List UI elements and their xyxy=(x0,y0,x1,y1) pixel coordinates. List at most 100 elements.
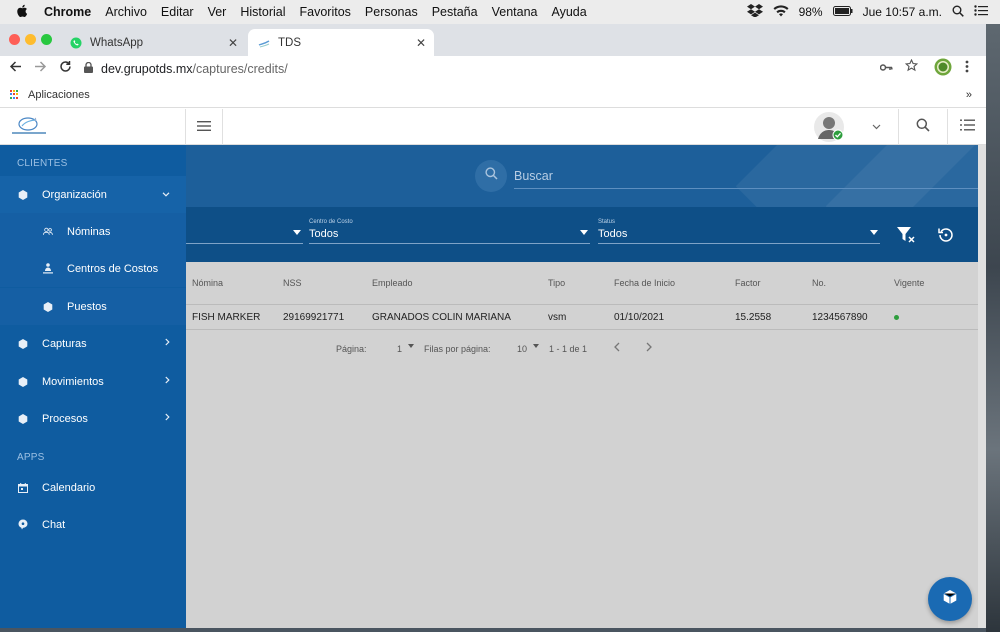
apple-icon[interactable] xyxy=(16,4,30,21)
sidebar-item-puestos[interactable]: Puestos xyxy=(0,288,186,325)
close-tab-icon[interactable]: ✕ xyxy=(416,36,426,50)
spotlight-icon[interactable] xyxy=(952,5,964,20)
search-input[interactable] xyxy=(514,163,978,189)
sidebar-item-organizacion[interactable]: Organización xyxy=(0,176,186,213)
minimize-window-button[interactable] xyxy=(25,34,36,45)
battery-percent: 98% xyxy=(798,5,823,19)
tab-label: WhatsApp xyxy=(90,36,144,49)
col-header-empleado[interactable]: Empleado xyxy=(372,262,413,304)
centro-de-costo-select[interactable]: Centro de Costo Todos xyxy=(309,218,590,244)
col-header-factor[interactable]: Factor xyxy=(735,262,761,304)
hamburger-menu-button[interactable] xyxy=(186,109,223,145)
menubar-clock[interactable]: Jue 10:57 a.m. xyxy=(863,5,942,19)
people-icon xyxy=(43,227,53,237)
lock-icon[interactable] xyxy=(84,61,93,76)
address-bar[interactable]: dev.grupotds.mx/captures/credits/ xyxy=(84,59,964,79)
col-header-nomina[interactable]: Nómina xyxy=(192,262,223,304)
menubar-ventana[interactable]: Ventana xyxy=(492,5,538,19)
cell-vigente xyxy=(894,305,899,329)
col-header-nss[interactable]: NSS xyxy=(283,262,302,304)
key-icon[interactable] xyxy=(879,60,893,75)
nomina-filter-select[interactable] xyxy=(186,218,303,244)
bookmark-aplicaciones[interactable]: Aplicaciones xyxy=(28,89,90,101)
sidebar-section-apps: APPS xyxy=(17,452,45,463)
profile-avatar-icon[interactable] xyxy=(934,58,952,79)
table-row[interactable]: FISH MARKER 29169921771 GRANADOS COLIN M… xyxy=(186,305,978,330)
cell-nomina: FISH MARKER xyxy=(192,311,261,323)
col-header-fecha[interactable]: Fecha de Inicio xyxy=(614,262,675,304)
menubar-favoritos[interactable]: Favoritos xyxy=(300,5,351,19)
page-scrollbar[interactable] xyxy=(978,145,986,628)
cell-factor: 15.2558 xyxy=(735,311,772,323)
bookmark-star-icon[interactable] xyxy=(904,58,919,75)
user-menu-chevron-down-icon[interactable] xyxy=(856,109,896,145)
status-label: Status xyxy=(598,219,616,225)
sidebar-item-nominas[interactable]: Nóminas xyxy=(0,213,186,250)
hexagon-icon xyxy=(18,189,28,200)
menubar-app-name[interactable]: Chrome xyxy=(44,5,91,19)
menubar-ayuda[interactable]: Ayuda xyxy=(551,5,586,19)
close-tab-icon[interactable]: ✕ xyxy=(228,36,238,50)
floating-action-button[interactable] xyxy=(928,577,972,621)
menubar-editar[interactable]: Editar xyxy=(161,5,194,19)
main-content: Centro de Costo Todos Status Todos xyxy=(186,145,978,628)
sidebar-item-procesos[interactable]: Procesos xyxy=(0,400,186,437)
menubar-archivo[interactable]: Archivo xyxy=(105,5,147,19)
centro-de-costo-value: Todos xyxy=(309,228,339,240)
menubar-personas[interactable]: Personas xyxy=(365,5,418,19)
filters-bar: Centro de Costo Todos Status Todos xyxy=(186,207,978,262)
tab-whatsapp[interactable]: WhatsApp ✕ xyxy=(60,29,246,56)
cell-tipo: vsm xyxy=(548,311,567,323)
reset-history-icon[interactable] xyxy=(936,227,954,248)
notification-center-icon[interactable] xyxy=(974,5,988,19)
sidebar-item-capturas[interactable]: Capturas xyxy=(0,325,186,362)
centro-de-costo-label: Centro de Costo xyxy=(309,219,353,225)
sidebar-item-centros-de-costos[interactable]: Centros de Costos xyxy=(0,250,186,287)
user-avatar[interactable] xyxy=(806,109,852,145)
col-header-vigente[interactable]: Vigente xyxy=(894,262,924,304)
dropbox-icon[interactable] xyxy=(746,4,763,20)
page-select-arrow-icon[interactable] xyxy=(408,344,414,348)
hamburger-icon xyxy=(197,118,211,136)
tds-logo-icon[interactable] xyxy=(10,115,48,137)
tds-favicon xyxy=(258,37,270,49)
forward-arrow-icon[interactable] xyxy=(34,60,47,76)
cell-no: 1234567890 xyxy=(812,311,868,323)
battery-icon[interactable] xyxy=(832,5,853,19)
sidebar-item-label: Calendario xyxy=(42,481,96,494)
sidebar-item-label: Puestos xyxy=(67,300,107,313)
sidebar-item-movimientos[interactable]: Movimientos xyxy=(0,363,186,400)
zoom-window-button[interactable] xyxy=(41,34,52,45)
back-arrow-icon[interactable] xyxy=(9,60,22,76)
rows-per-page-label: Filas por página: xyxy=(424,344,491,354)
apps-grid-icon[interactable] xyxy=(10,89,20,100)
tab-tds[interactable]: TDS ✕ xyxy=(248,29,434,56)
status-select[interactable]: Status Todos xyxy=(598,218,880,244)
bookmarks-overflow-button[interactable]: » xyxy=(966,89,972,101)
header-search-button[interactable] xyxy=(899,109,947,145)
sidebar-item-chat[interactable]: Chat xyxy=(0,506,186,543)
rows-per-page-value[interactable]: 10 xyxy=(517,344,527,354)
sidebar-item-label: Nóminas xyxy=(67,225,111,238)
page-select-value[interactable]: 1 xyxy=(397,344,402,354)
col-header-tipo[interactable]: Tipo xyxy=(548,262,565,304)
previous-page-chevron-left-icon[interactable] xyxy=(614,342,620,354)
desktop-background xyxy=(986,24,1000,632)
search-button[interactable] xyxy=(475,160,507,192)
hexagon-icon xyxy=(18,376,28,387)
chrome-menu-icon[interactable] xyxy=(965,60,969,76)
menubar-ver[interactable]: Ver xyxy=(208,5,227,19)
next-page-chevron-right-icon[interactable] xyxy=(646,342,652,354)
menubar-pestana[interactable]: Pestaña xyxy=(432,5,478,19)
menubar-historial[interactable]: Historial xyxy=(240,5,285,19)
sidebar-item-calendario[interactable]: Calendario xyxy=(0,469,186,506)
tab-label: TDS xyxy=(278,36,301,49)
rows-per-page-arrow-icon[interactable] xyxy=(533,344,539,348)
close-window-button[interactable] xyxy=(9,34,20,45)
col-header-no[interactable]: No. xyxy=(812,262,826,304)
wifi-icon[interactable] xyxy=(773,4,789,20)
header-list-button[interactable] xyxy=(948,109,986,145)
pagination: Página: 1 Filas por página: 10 1 - 1 de … xyxy=(186,340,978,360)
reload-icon[interactable] xyxy=(59,60,72,76)
clear-filters-icon[interactable] xyxy=(896,226,916,249)
